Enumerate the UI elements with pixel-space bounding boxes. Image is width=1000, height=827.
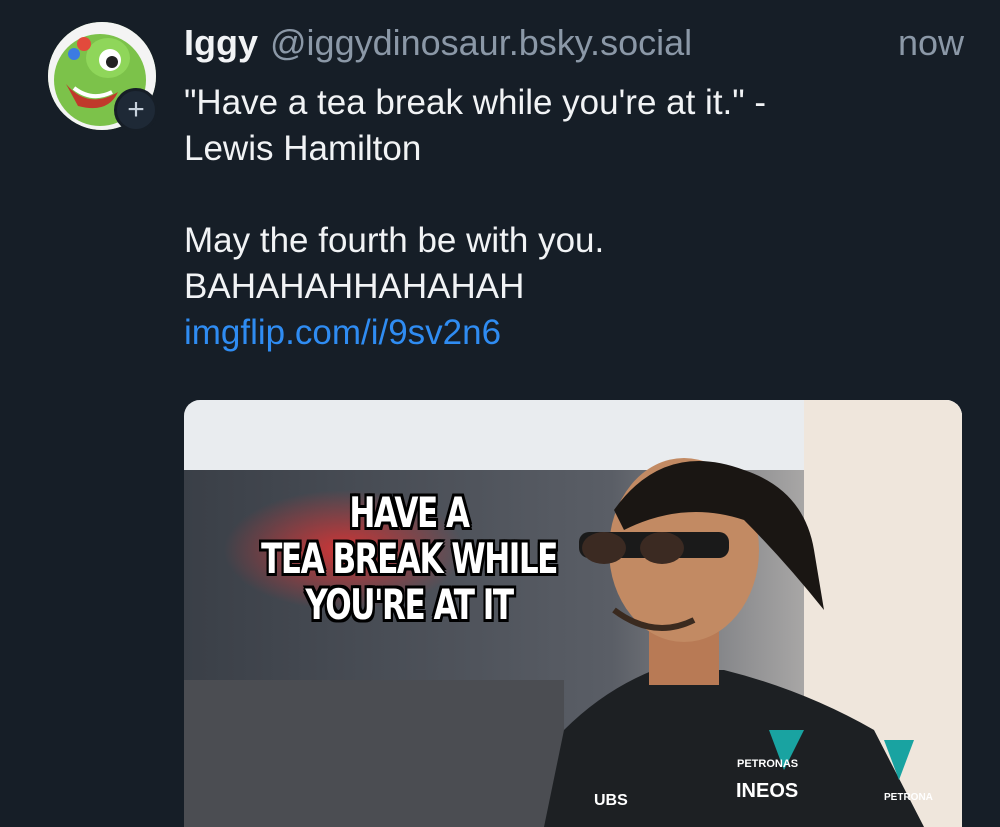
meme-line-1: HAVE A [349, 488, 470, 537]
meme-caption: HAVE A TEA BREAK WHILE YOU'RE AT IT [243, 490, 576, 628]
post-link[interactable]: imgflip.com/i/9sv2n6 [184, 313, 501, 352]
post-timestamp[interactable]: now [898, 22, 964, 64]
jacket-label-ubs: UBS [594, 792, 628, 809]
author-name[interactable]: Iggy [184, 22, 258, 64]
post-header: Iggy @iggydinosaur.bsky.social now [184, 22, 964, 66]
jacket-label-petrona: PETRONA [884, 792, 933, 803]
post-body: "Have a tea break while you're at it." -… [184, 80, 944, 356]
post-text: May the fourth be with you. BAHAHAHHAHAH… [184, 221, 605, 306]
embedded-image[interactable]: HAVE A TEA BREAK WHILE YOU'RE AT IT PETR… [184, 400, 962, 827]
post-card[interactable]: + Iggy @iggydinosaur.bsky.social now "Ha… [0, 0, 1000, 827]
follow-plus-icon[interactable]: + [114, 88, 158, 132]
meme-line-3: YOU'RE AT IT [305, 580, 514, 629]
author-handle[interactable]: @iggydinosaur.bsky.social [270, 22, 692, 64]
author-avatar-wrap[interactable]: + [48, 22, 158, 132]
post-quote-text: "Have a tea break while you're at it." -… [184, 83, 767, 168]
jacket-label-petronas: PETRONAS [737, 758, 799, 770]
jacket-label-ineos: INEOS [736, 780, 799, 802]
meme-line-2: TEA BREAK WHILE [261, 534, 558, 583]
